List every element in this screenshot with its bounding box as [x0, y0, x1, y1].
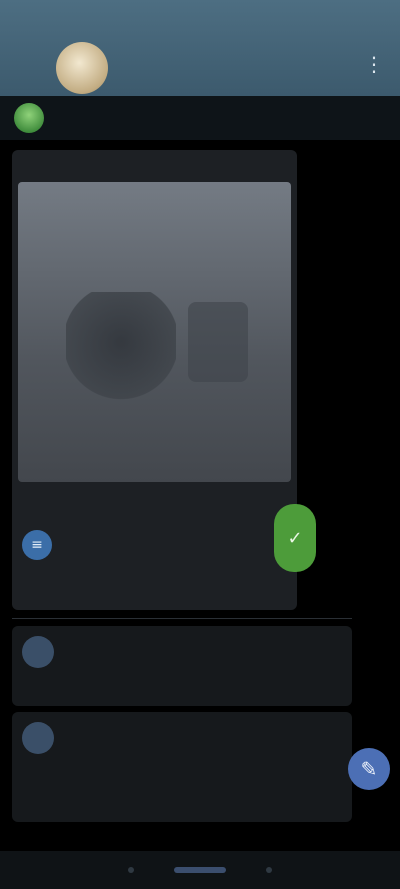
- avatar-icon[interactable]: [22, 636, 54, 668]
- image-detail: [188, 302, 248, 382]
- post-image[interactable]: [18, 182, 291, 482]
- check-icon[interactable]: ✓: [274, 504, 316, 572]
- chat-avatar[interactable]: [56, 42, 108, 94]
- nav-home-button[interactable]: [174, 867, 226, 873]
- message-header: [22, 722, 70, 754]
- pinned-avatar-icon: [14, 103, 44, 133]
- status-icons: [378, 8, 384, 24]
- message-bubble[interactable]: [12, 712, 352, 822]
- message-feed[interactable]: ≡ ✓: [0, 140, 400, 860]
- message-header: [22, 636, 70, 668]
- document-icon: ≡: [22, 530, 52, 560]
- nav-back-button[interactable]: [128, 867, 134, 873]
- nav-recents-button[interactable]: [266, 867, 272, 873]
- file-attachment[interactable]: ≡: [12, 518, 297, 572]
- image-subject: [66, 292, 176, 402]
- post-header: [22, 156, 28, 180]
- avatar-icon[interactable]: [22, 722, 54, 754]
- pinned-bar[interactable]: [0, 96, 400, 140]
- edit-icon[interactable]: ✎: [348, 748, 390, 790]
- status-bar: [16, 8, 384, 24]
- chat-header: ⋮: [0, 0, 400, 96]
- message-bubble[interactable]: [12, 626, 352, 706]
- divider: [12, 618, 352, 619]
- bottom-navigation: [0, 851, 400, 889]
- more-vert-icon[interactable]: ⋮: [364, 52, 384, 76]
